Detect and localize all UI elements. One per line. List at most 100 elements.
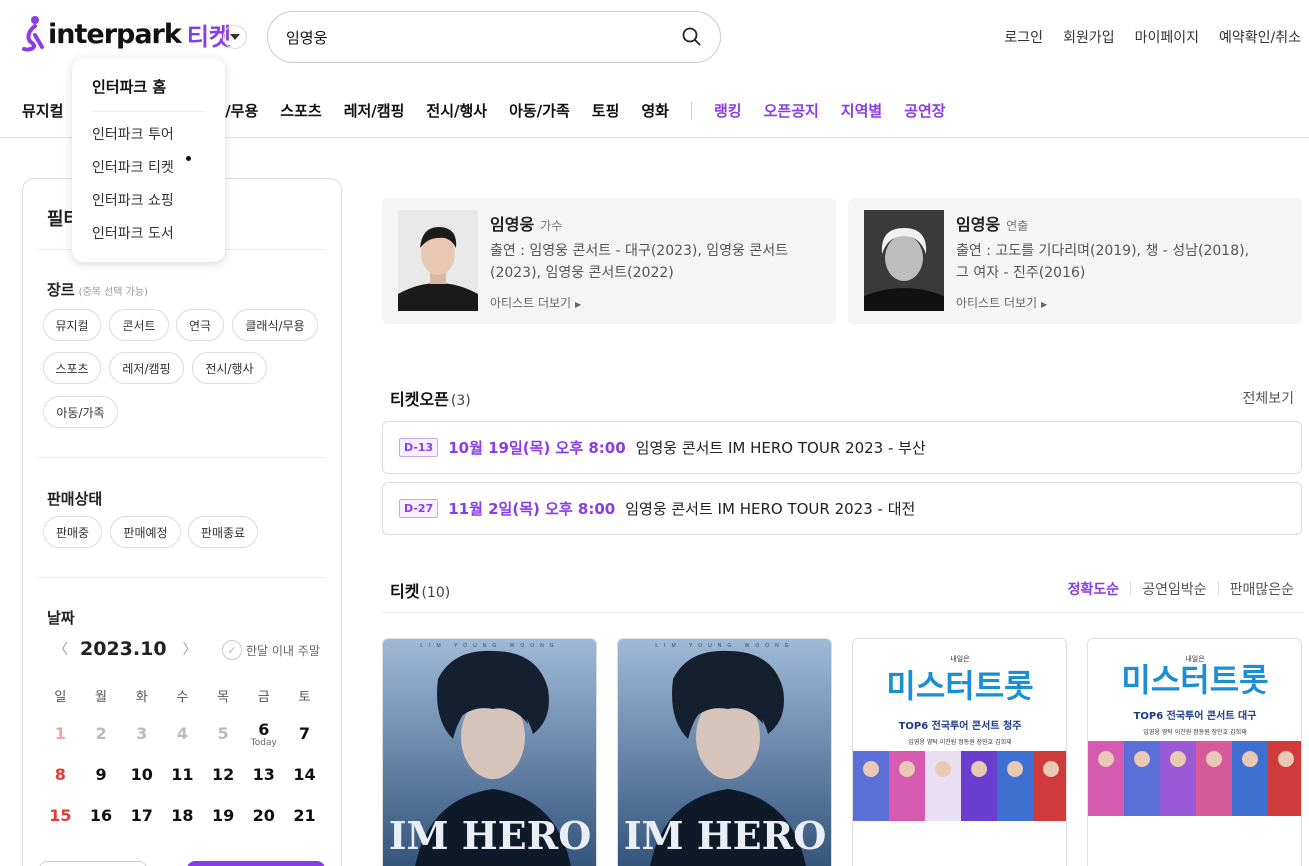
calendar-month: 2023.10	[80, 638, 167, 660]
weekday-label: 일	[54, 690, 67, 705]
poster-top-text: LIM YOUNG WOONG	[420, 643, 559, 649]
calendar-day[interactable]: 10	[121, 765, 162, 784]
calendar-day[interactable]: 9	[81, 765, 122, 784]
caret-right-icon: ▶	[574, 300, 582, 309]
service-dropdown-button[interactable]	[223, 25, 247, 49]
calendar-day[interactable]: 16	[81, 806, 122, 825]
calendar-day[interactable]: 8	[40, 765, 81, 784]
ticket-poster[interactable]: 내일은 미스터트롯 TOP6 전국투어 콘서트 청주 임영웅 영탁 이찬원 정동…	[852, 638, 1067, 866]
genre-chip[interactable]: 클래식/무용	[232, 309, 318, 341]
artist-card[interactable]: 임영웅 연출 출연 : 고도를 기다리며(2019), 챙 - 성남(2018),…	[848, 198, 1302, 324]
ticket-open-row[interactable]: D-27 11월 2일(목) 오후 8:00 임영웅 콘서트 IM HERO T…	[382, 482, 1302, 535]
prev-month-icon[interactable]: 〈	[54, 639, 68, 659]
nav-ranking[interactable]: 랭킹	[714, 100, 742, 121]
nav-movie[interactable]: 영화	[641, 100, 669, 121]
calendar-day[interactable]: 17	[121, 806, 162, 825]
ticket-poster[interactable]: LIM YOUNG WOONG IM HERO	[382, 638, 597, 866]
calendar-day[interactable]: 18	[162, 806, 203, 825]
calendar-day: 4	[176, 724, 188, 743]
nav-divider	[690, 101, 692, 120]
calendar-day[interactable]: 20	[243, 806, 284, 825]
sort-divider	[1130, 582, 1132, 596]
nav-family[interactable]: 아동/가족	[509, 100, 570, 121]
genre-chip[interactable]: 콘서트	[109, 309, 169, 341]
genre-chip[interactable]: 레저/캠핑	[109, 352, 184, 384]
next-month-icon[interactable]: 〉	[183, 639, 197, 659]
view-all-link[interactable]: 전체보기	[1242, 388, 1294, 408]
nav-exhibition[interactable]: 전시/행사	[426, 100, 487, 121]
weekend-toggle[interactable]: ✓ 한달 이내 주말	[222, 640, 320, 660]
calendar-day-today[interactable]: 6 Today	[243, 720, 284, 748]
dropdown-home[interactable]: 인터파크 홈	[92, 76, 205, 112]
calendar-day[interactable]: 13	[243, 765, 284, 784]
search-icon[interactable]	[682, 27, 702, 47]
genre-chip[interactable]: 전시/행사	[192, 352, 267, 384]
artist-name: 임영웅 연출	[956, 215, 1029, 234]
calendar-day[interactable]: 15	[40, 806, 81, 825]
dropdown-item-ticket[interactable]: 인터파크 티켓	[92, 156, 205, 190]
weekday-label: 목	[217, 690, 230, 705]
current-dot-icon	[186, 156, 191, 161]
artist-more-link[interactable]: 아티스트 더보기 ▶	[490, 294, 581, 311]
nav-open-notice[interactable]: 오픈공지	[764, 100, 819, 121]
calendar-day[interactable]: 14	[284, 765, 325, 784]
tickets-title: 티켓 (10)	[390, 582, 451, 601]
weekend-label: 한달 이내 주말	[246, 643, 320, 658]
status-chip[interactable]: 판매예정	[110, 516, 181, 548]
sort-popular[interactable]: 판매많은순	[1230, 579, 1294, 599]
interpark-logo[interactable]: interpark 티켓	[20, 14, 231, 54]
search-input[interactable]: 임영웅	[286, 27, 682, 48]
status-chip[interactable]: 판매중	[43, 516, 102, 548]
nav-topping[interactable]: 토핑	[592, 100, 620, 121]
check-icon: ✓	[222, 640, 242, 660]
weekday-label: 월	[95, 690, 108, 705]
weekday-label: 화	[135, 690, 148, 705]
dropdown-item-books[interactable]: 인터파크 도서	[92, 223, 205, 256]
weekday-label: 금	[257, 690, 270, 705]
nav-leisure[interactable]: 레저/캠핑	[344, 100, 405, 121]
ticket-open-row[interactable]: D-13 10월 19일(목) 오후 8:00 임영웅 콘서트 IM HERO …	[382, 421, 1302, 474]
service-dropdown: 인터파크 홈 인터파크 투어 인터파크 티켓 인터파크 쇼핑 인터파크 도서	[72, 58, 225, 262]
apply-button[interactable]	[187, 861, 325, 866]
artist-more-link[interactable]: 아티스트 더보기 ▶	[956, 294, 1047, 311]
reset-button[interactable]	[39, 861, 147, 866]
caret-right-icon: ▶	[1040, 300, 1048, 309]
genre-label: 장르 (중복 선택 가능)	[47, 281, 148, 299]
genre-chip[interactable]: 뮤지컬	[43, 309, 101, 341]
nav-musical[interactable]: 뮤지컬	[22, 100, 63, 121]
nav-sports[interactable]: 스포츠	[280, 100, 321, 121]
dropdown-item-tour[interactable]: 인터파크 투어	[92, 124, 205, 157]
login-link[interactable]: 로그인	[1004, 27, 1043, 47]
reservation-link[interactable]: 예약확인/취소	[1219, 27, 1301, 47]
calendar-day[interactable]: 7	[284, 724, 325, 743]
signup-link[interactable]: 회원가입	[1063, 27, 1115, 47]
artist-role: 가수	[540, 219, 563, 233]
status-chip[interactable]: 판매종료	[188, 516, 258, 548]
nav-region[interactable]: 지역별	[841, 100, 882, 121]
genre-chip[interactable]: 아동/가족	[43, 396, 118, 428]
genre-chip[interactable]: 스포츠	[43, 352, 101, 384]
sort-upcoming[interactable]: 공연임박순	[1142, 579, 1206, 599]
calendar-day[interactable]: 21	[284, 806, 325, 825]
caret-down-icon	[230, 34, 240, 40]
artist-card[interactable]: 임영웅 가수 출연 : 임영웅 콘서트 - 대구(2023), 임영웅 콘서트(2…	[382, 198, 836, 324]
ticket-poster[interactable]: 내일은 미스터트롯 TOP6 전국투어 콘서트 대구 임영웅 영탁 이찬원 정동…	[1087, 638, 1302, 866]
ticket-open-count: (3)	[450, 393, 471, 409]
genre-chip[interactable]: 연극	[176, 309, 224, 341]
poster-sub-text: TOP6 전국투어 콘서트 대구	[1134, 709, 1257, 722]
open-title: 임영웅 콘서트 IM HERO TOUR 2023 - 부산	[635, 439, 926, 457]
search-box[interactable]: 임영웅	[267, 11, 721, 63]
weekday-label: 토	[298, 690, 311, 705]
logo-mark-icon	[22, 16, 44, 52]
sort-accuracy[interactable]: 정확도순	[1068, 579, 1120, 599]
dropdown-item-shopping[interactable]: 인터파크 쇼핑	[92, 190, 205, 223]
calendar-day[interactable]: 19	[203, 806, 244, 825]
poster-top-text: LIM YOUNG WOONG	[655, 643, 794, 649]
calendar-day[interactable]: 12	[203, 765, 244, 784]
ticket-poster[interactable]: LIM YOUNG WOONG IM HERO	[617, 638, 832, 866]
tickets-divider	[382, 612, 1302, 613]
filter-divider	[38, 457, 325, 458]
nav-venue[interactable]: 공연장	[904, 100, 945, 121]
mypage-link[interactable]: 마이페이지	[1135, 27, 1199, 47]
calendar-day[interactable]: 11	[162, 765, 203, 784]
